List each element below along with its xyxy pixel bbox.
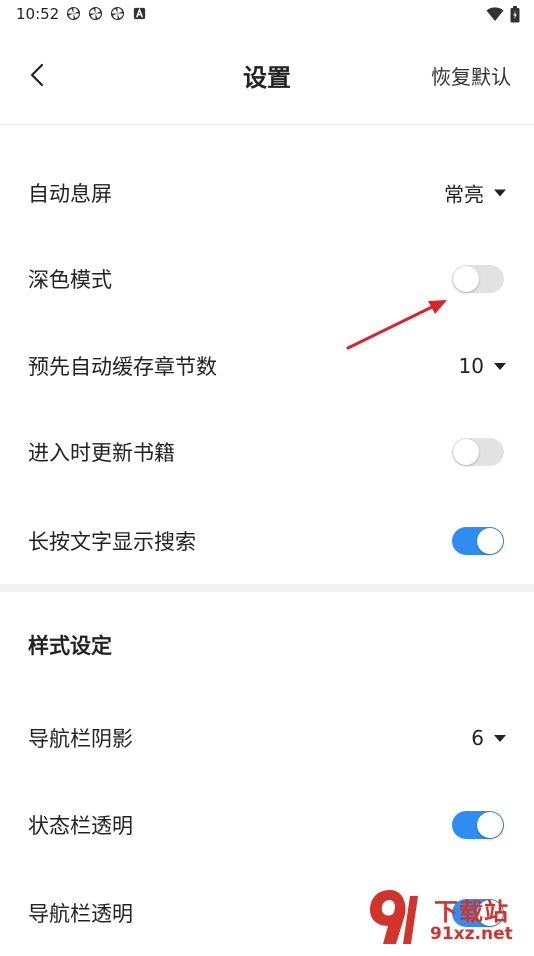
toggle-knob [477, 812, 503, 838]
a-badge-icon [133, 7, 146, 20]
pinwheel-icon [88, 6, 103, 21]
setting-label: 导航栏透明 [28, 902, 133, 926]
status-bar: 10:52 [0, 0, 534, 28]
toggle-knob [453, 439, 479, 465]
auto-screen-off-dropdown[interactable]: 常亮 [444, 179, 506, 208]
setting-label: 进入时更新书籍 [28, 441, 175, 465]
toggle-knob [453, 266, 479, 292]
setting-row-dark-mode: 深色模式 [0, 236, 534, 322]
setting-row-update-on-enter: 进入时更新书籍 [0, 409, 534, 495]
annotation-arrow [346, 300, 447, 350]
update-on-enter-toggle[interactable] [452, 438, 504, 466]
wifi-icon [486, 7, 504, 21]
section-divider [0, 584, 534, 592]
setting-label: 导航栏阴影 [28, 727, 133, 751]
watermark: 下载站 91xz.net [360, 884, 534, 950]
dropdown-value: 常亮 [444, 182, 484, 207]
section-title-style: 样式设定 [28, 634, 112, 658]
caret-down-icon [494, 189, 506, 197]
chevron-left-icon [30, 63, 44, 87]
setting-label: 深色模式 [28, 268, 112, 292]
status-bar-transparent-toggle[interactable] [452, 811, 504, 839]
pinwheel-icon [110, 6, 125, 21]
notification-icons [66, 6, 147, 21]
setting-row-prefetch-chapters[interactable]: 预先自动缓存章节数 10 [0, 323, 534, 409]
caret-down-icon [494, 734, 506, 742]
setting-row-long-press-search: 长按文字显示搜索 [0, 498, 534, 584]
back-button[interactable] [22, 58, 52, 92]
watermark-url: 91xz.net [430, 924, 513, 944]
setting-label: 长按文字显示搜索 [28, 530, 196, 554]
setting-label: 预先自动缓存章节数 [28, 355, 217, 379]
restore-defaults-button[interactable]: 恢复默认 [431, 61, 511, 90]
caret-down-icon [494, 362, 506, 370]
setting-row-status-bar-transparent: 状态栏透明 [0, 782, 534, 868]
long-press-search-toggle[interactable] [452, 527, 504, 555]
status-right-icons [486, 6, 520, 23]
battery-icon [510, 6, 520, 23]
prefetch-chapters-dropdown[interactable]: 10 [459, 354, 506, 378]
app-header: 设置 恢复默认 [0, 28, 534, 125]
setting-label: 自动息屏 [28, 182, 112, 206]
watermark-brand: 下载站 [434, 898, 509, 926]
setting-label: 状态栏透明 [28, 814, 133, 838]
dark-mode-toggle[interactable] [452, 265, 504, 293]
pinwheel-icon [66, 6, 81, 21]
setting-row-auto-screen-off[interactable]: 自动息屏 常亮 [0, 150, 534, 236]
watermark-logo-icon [370, 890, 418, 944]
dropdown-value: 10 [458, 354, 484, 378]
nav-bar-shadow-dropdown[interactable]: 6 [471, 726, 506, 750]
dropdown-value: 6 [471, 726, 484, 750]
setting-row-nav-bar-shadow[interactable]: 导航栏阴影 6 [0, 695, 534, 781]
toggle-knob [477, 528, 503, 554]
status-time: 10:52 [16, 5, 60, 23]
